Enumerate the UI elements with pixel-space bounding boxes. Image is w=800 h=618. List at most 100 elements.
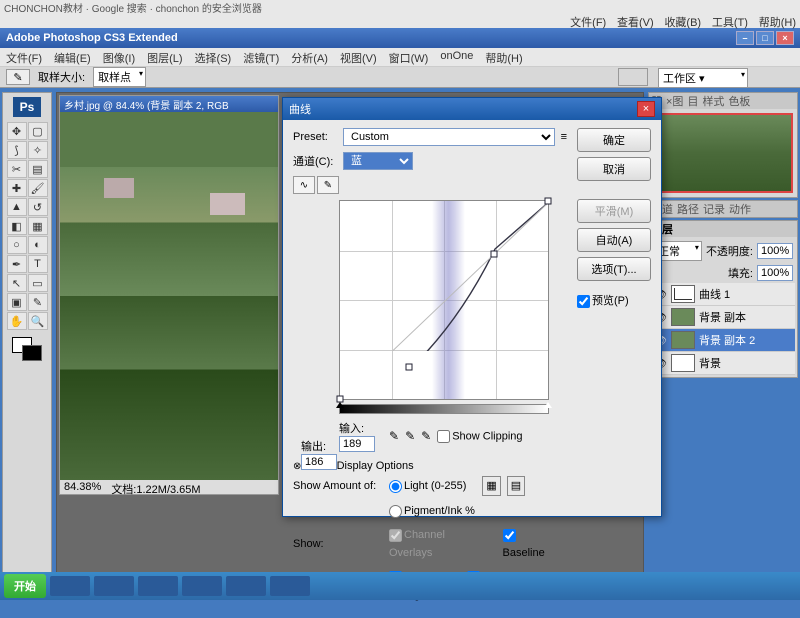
lasso-tool[interactable]: ⟆	[7, 141, 27, 159]
document-image[interactable]	[60, 112, 278, 480]
shape-tool[interactable]: ▭	[28, 274, 48, 292]
crop-tool[interactable]: ✂	[7, 160, 27, 178]
windows-taskbar[interactable]: 开始	[0, 572, 800, 600]
task-item[interactable]	[94, 576, 134, 596]
opacity-input[interactable]	[757, 243, 793, 259]
menu-view[interactable]: 视图(V)	[340, 50, 377, 64]
gradient-tool[interactable]: ▦	[28, 217, 48, 235]
input-input[interactable]	[339, 436, 375, 452]
heal-tool[interactable]: ✚	[7, 179, 27, 197]
task-item[interactable]	[182, 576, 222, 596]
start-button[interactable]: 开始	[4, 574, 46, 598]
curve-graph[interactable]	[339, 200, 549, 400]
history-brush-tool[interactable]: ↺	[28, 198, 48, 216]
gray-eyedropper-icon[interactable]: ✎	[405, 429, 415, 443]
maximize-button[interactable]: □	[756, 31, 774, 45]
navigator-thumbnail[interactable]	[653, 113, 793, 193]
menu-select[interactable]: 选择(S)	[195, 50, 232, 64]
slice-tool[interactable]: ▤	[28, 160, 48, 178]
show-clipping-check[interactable]: Show Clipping	[437, 430, 522, 443]
type-tool[interactable]: T	[28, 255, 48, 273]
close-button[interactable]: ×	[776, 31, 794, 45]
brush-tool[interactable]: 🖌	[28, 179, 48, 197]
channel-select[interactable]: 蓝	[343, 152, 413, 170]
input-gradient[interactable]	[339, 404, 549, 414]
white-eyedropper-icon[interactable]: ✎	[421, 429, 431, 443]
bm-fav[interactable]: 收藏(B)	[664, 17, 701, 29]
preset-select[interactable]: Custom	[343, 128, 555, 146]
nav-tab-4[interactable]: 色板	[728, 93, 750, 109]
nav-tab-2[interactable]: 目	[687, 93, 698, 109]
document-window[interactable]: 乡村.jpg @ 84.4% (背景 副本 2, RGB 84.38% 文档:1…	[59, 95, 279, 495]
pigment-radio[interactable]: Pigment/Ink %	[389, 502, 475, 520]
eyedropper-icon[interactable]: ✎	[6, 69, 30, 85]
menu-file[interactable]: 文件(F)	[6, 50, 42, 64]
channel-overlays-check[interactable]: Channel Overlays	[389, 526, 487, 562]
layer-row[interactable]: 👁背景	[651, 352, 795, 375]
light-radio[interactable]: Light (0-255)	[389, 477, 466, 495]
tab-actions[interactable]: 动作	[729, 201, 751, 217]
workspace-combo[interactable]: 工作区 ▾	[658, 68, 748, 88]
menu-layer[interactable]: 图层(L)	[147, 50, 182, 64]
nav-tab-3[interactable]: 样式	[702, 93, 724, 109]
pen-tool[interactable]: ✒	[7, 255, 27, 273]
tab-paths[interactable]: 路径	[677, 201, 699, 217]
zoom-level[interactable]: 84.38%	[64, 481, 101, 493]
actions-tabs[interactable]: 通道 路径 记录 动作	[649, 201, 797, 217]
sample-size-combo[interactable]: 取样点	[93, 67, 146, 87]
dialog-close-button[interactable]: ×	[637, 101, 655, 117]
preset-menu-icon[interactable]: ≡	[561, 131, 567, 143]
cancel-button[interactable]: 取消	[577, 157, 651, 181]
grid-coarse-icon[interactable]: ▤	[507, 476, 525, 496]
baseline-check[interactable]: Baseline	[503, 526, 557, 562]
layers-tabs[interactable]: 图层	[649, 221, 797, 237]
layer-thumbnail[interactable]	[671, 331, 695, 349]
notes-tool[interactable]: ▣	[7, 293, 27, 311]
layer-row[interactable]: 👁背景 副本	[651, 306, 795, 329]
menu-image[interactable]: 图像(I)	[103, 50, 135, 64]
layer-thumbnail[interactable]	[671, 285, 695, 303]
menu-edit[interactable]: 编辑(E)	[54, 50, 91, 64]
nav-tab-1[interactable]: ×图	[666, 93, 683, 109]
task-item[interactable]	[50, 576, 90, 596]
path-tool[interactable]: ↖	[7, 274, 27, 292]
dodge-tool[interactable]: ◐	[28, 236, 48, 254]
zoom-tool[interactable]: 🔍	[28, 312, 48, 330]
fill-input[interactable]	[757, 265, 793, 281]
background-color[interactable]	[22, 345, 42, 361]
color-swatch[interactable]	[12, 337, 42, 361]
tab-history[interactable]: 记录	[703, 201, 725, 217]
blur-tool[interactable]: ○	[7, 236, 27, 254]
menu-window[interactable]: 窗口(W)	[389, 50, 429, 64]
curve-point-2[interactable]	[490, 251, 497, 258]
marquee-tool[interactable]: ▢	[28, 122, 48, 140]
bm-help[interactable]: 帮助(H)	[759, 17, 796, 29]
white-point-slider[interactable]	[544, 402, 552, 408]
black-point-slider[interactable]	[336, 402, 344, 408]
menu-help[interactable]: 帮助(H)	[485, 50, 522, 64]
menu-filter[interactable]: 滤镜(T)	[243, 50, 279, 64]
menu-analysis[interactable]: 分析(A)	[291, 50, 328, 64]
curve-point-1[interactable]	[405, 364, 412, 371]
bm-view[interactable]: 查看(V)	[617, 17, 654, 29]
black-eyedropper-icon[interactable]: ✎	[389, 429, 399, 443]
curve-point-tool[interactable]: ∿	[293, 176, 315, 194]
curves-dialog[interactable]: 曲线 × Preset: Custom ≡ 通道(C): 蓝 ∿ ✎	[282, 97, 662, 517]
minimize-button[interactable]: –	[736, 31, 754, 45]
navigator-tabs[interactable]: 器 ×图 目 样式 色板	[649, 93, 797, 109]
grid-fine-icon[interactable]: ▦	[482, 476, 500, 496]
layer-row[interactable]: 👁曲线 1	[651, 283, 795, 306]
move-tool[interactable]: ✥	[7, 122, 27, 140]
stamp-tool[interactable]: ▲	[7, 198, 27, 216]
curve-pencil-tool[interactable]: ✎	[317, 176, 339, 194]
layer-thumbnail[interactable]	[671, 308, 695, 326]
hand-tool[interactable]: ✋	[7, 312, 27, 330]
ok-button[interactable]: 确定	[577, 128, 651, 152]
eyedropper-tool[interactable]: ✎	[28, 293, 48, 311]
curve-point-3[interactable]	[545, 198, 552, 205]
task-item[interactable]	[226, 576, 266, 596]
task-item[interactable]	[270, 576, 310, 596]
bm-tool[interactable]: 工具(T)	[712, 17, 748, 29]
output-input[interactable]	[301, 454, 337, 470]
dialog-titlebar[interactable]: 曲线 ×	[283, 98, 661, 120]
